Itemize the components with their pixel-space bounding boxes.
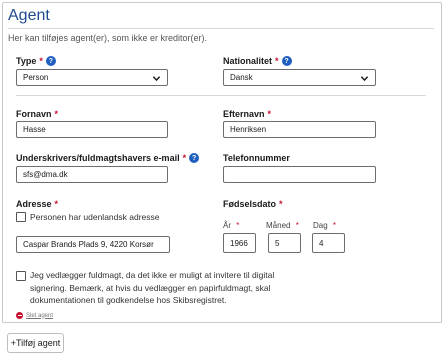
section-title: Agent	[8, 7, 50, 24]
last-name-label: Efternavn *	[223, 109, 271, 119]
nationality-select[interactable]: Dansk	[223, 69, 376, 86]
required-mark: *	[275, 56, 279, 66]
email-input[interactable]: sfs@dma.dk	[16, 166, 168, 183]
year-label-text: År	[223, 221, 231, 230]
foreign-address-label: Personen har udenlandsk adresse	[30, 212, 160, 222]
power-of-attorney-line: signering. Bemærk, at hvis du vedlægger …	[30, 282, 271, 293]
email-label: Underskrivers/fuldmagtshavers e-mail * ?	[16, 153, 200, 163]
power-of-attorney-line: Jeg vedlægger fuldmagt, da det ikke er m…	[30, 270, 275, 280]
first-name-label: Fornavn *	[16, 109, 58, 119]
address-label: Adresse *	[16, 199, 58, 209]
nationality-label: Nationalitet * ?	[223, 56, 292, 66]
delete-agent-label: Slet agent	[26, 312, 54, 319]
help-icon[interactable]: ?	[45, 56, 56, 66]
nationality-select-value: Dansk	[230, 73, 253, 82]
power-of-attorney-line: dokumentationen til godkendelse hos Skib…	[30, 295, 227, 305]
add-agent-button[interactable]: +Tilføj agent	[7, 333, 64, 353]
delete-agent-link[interactable]: Slet agent	[16, 312, 53, 319]
year-label: År *	[223, 221, 239, 230]
required-mark: *	[236, 221, 240, 230]
title-divider	[8, 28, 434, 29]
address-label-text: Adresse	[16, 199, 52, 209]
address-input[interactable]: Caspar Brands Plads 9, 4220 Korsør	[16, 236, 170, 253]
foreign-address-checkbox[interactable]	[16, 212, 26, 222]
phone-label-text: Telefonnummer	[223, 153, 290, 163]
birth-year-input[interactable]: 1966	[223, 233, 256, 253]
remove-icon	[16, 312, 23, 319]
nationality-label-text: Nationalitet	[223, 56, 273, 66]
birthdate-label: Fødselsdato *	[223, 199, 283, 209]
birth-day-input[interactable]: 4	[312, 233, 345, 253]
month-label: Måned *	[266, 221, 299, 230]
month-label-text: Måned	[266, 221, 291, 230]
required-mark: *	[39, 56, 43, 66]
phone-label: Telefonnummer	[223, 153, 290, 163]
required-mark: *	[279, 199, 283, 209]
chevron-down-icon	[152, 76, 161, 82]
required-mark: *	[54, 109, 59, 119]
last-name-label-text: Efternavn	[223, 109, 265, 119]
day-label: Dag *	[313, 221, 336, 230]
first-name-input[interactable]: Hasse	[16, 121, 168, 138]
type-label: Type * ?	[16, 56, 56, 66]
type-select[interactable]: Person	[16, 69, 168, 86]
help-icon[interactable]: ?	[281, 56, 292, 66]
first-name-label-text: Fornavn	[16, 109, 52, 119]
required-mark: *	[332, 221, 337, 230]
power-of-attorney-text: Jeg vedlægger fuldmagt, da det ikke er m…	[30, 269, 274, 307]
required-mark: *	[267, 109, 272, 119]
birthdate-label-text: Fødselsdato	[223, 199, 277, 209]
email-label-text: Underskrivers/fuldmagtshavers e-mail	[16, 153, 180, 163]
type-label-text: Type	[16, 56, 37, 66]
section-divider	[16, 95, 426, 96]
phone-input[interactable]	[223, 166, 376, 183]
section-subtitle: Her kan tilføjes agent(er), som ikke er …	[8, 33, 208, 43]
day-label-text: Dag	[313, 221, 328, 230]
chevron-down-icon	[360, 76, 369, 82]
help-icon[interactable]: ?	[189, 153, 200, 163]
power-of-attorney-checkbox[interactable]	[16, 271, 26, 281]
birth-month-input[interactable]: 5	[268, 233, 301, 253]
required-mark: *	[54, 199, 59, 209]
required-mark: *	[295, 221, 299, 230]
type-select-value: Person	[23, 73, 49, 82]
agent-card: Agent Her kan tilføjes agent(er), som ik…	[2, 2, 442, 323]
last-name-input[interactable]: Henriksen	[223, 121, 376, 138]
required-mark: *	[182, 153, 187, 163]
